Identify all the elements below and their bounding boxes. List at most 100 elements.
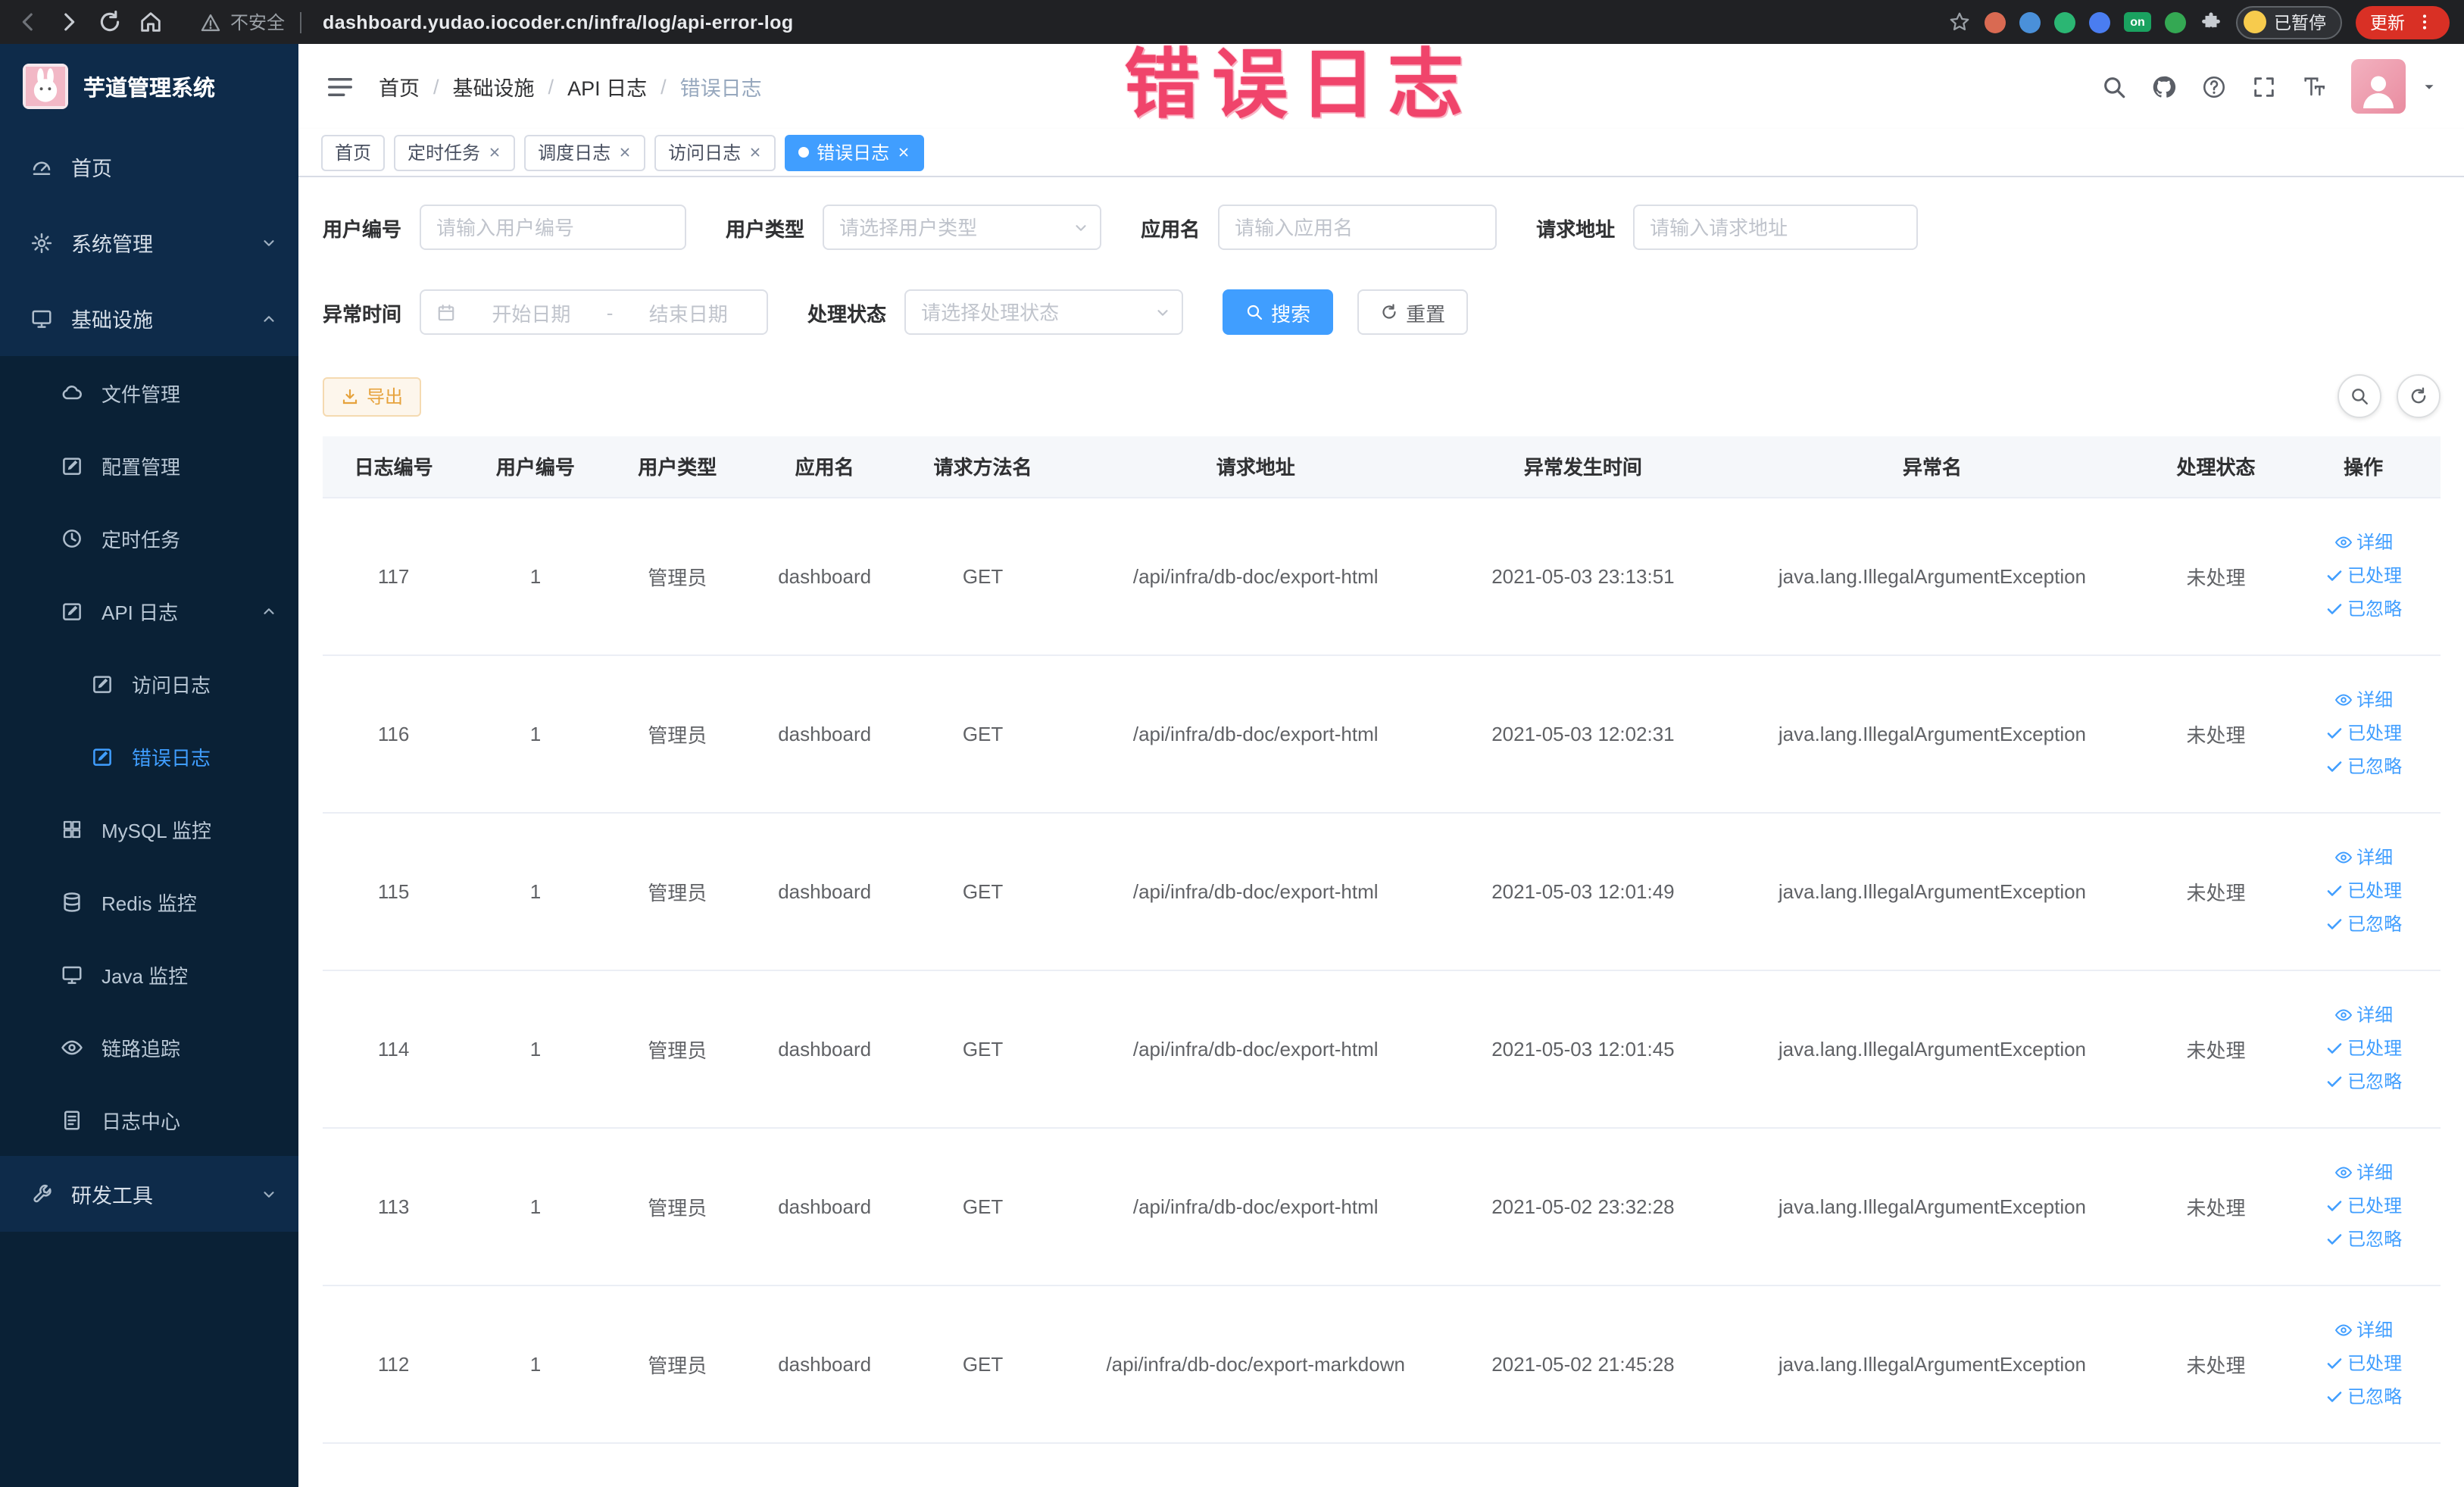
font-size-icon[interactable] [2300, 73, 2326, 99]
processed-link[interactable]: 已处理 [2325, 1191, 2402, 1221]
processed-link[interactable]: 已处理 [2325, 876, 2402, 906]
process-status-select[interactable] [904, 289, 1184, 335]
close-icon[interactable] [618, 145, 632, 159]
clock-icon [61, 526, 83, 549]
logo-image [23, 64, 68, 109]
extension-icon[interactable] [2054, 11, 2075, 33]
ignored-link[interactable]: 已忽略 [2325, 1224, 2402, 1254]
hamburger-icon[interactable] [326, 72, 354, 101]
table-header-row: 日志编号 用户编号 用户类型 应用名 请求方法名 请求地址 异常发生时间 异常名… [323, 436, 2440, 498]
cell-user-type: 管理员 [606, 970, 748, 1128]
user-type-select[interactable] [823, 205, 1102, 250]
app-logo[interactable]: 芋道管理系统 [0, 44, 298, 129]
reload-icon[interactable] [97, 9, 123, 35]
close-icon[interactable] [897, 145, 910, 159]
sidebar-item-file-manage[interactable]: 文件管理 [0, 356, 298, 429]
detail-link[interactable]: 详细 [2334, 1315, 2393, 1345]
sidebar-item-log-center[interactable]: 日志中心 [0, 1083, 298, 1156]
sidebar-item-cron-jobs[interactable]: 定时任务 [0, 501, 298, 574]
sidebar-item-java-monitor[interactable]: Java 监控 [0, 938, 298, 1011]
kebab-menu-icon[interactable] [2414, 12, 2434, 32]
security-indicator[interactable]: 不安全 [200, 9, 308, 35]
search-toggle-button[interactable] [2337, 374, 2381, 418]
ignored-link[interactable]: 已忽略 [2325, 1382, 2402, 1412]
app-name-input[interactable] [1218, 205, 1497, 250]
tab-access-log[interactable]: 访问日志 [654, 134, 776, 170]
close-icon[interactable] [488, 145, 501, 159]
back-icon[interactable] [15, 9, 41, 35]
filter-user-type: 用户类型 [726, 205, 1102, 250]
tab-home[interactable]: 首页 [321, 134, 386, 170]
cell-exception: java.lang.IllegalArgumentException [1719, 1127, 2145, 1286]
ignored-link[interactable]: 已忽略 [2325, 909, 2402, 939]
monitor-icon [30, 307, 53, 330]
sidebar-item-system[interactable]: 系统管理 [0, 205, 298, 280]
extension-icon[interactable] [2019, 11, 2041, 33]
avatar-caret-icon[interactable] [2420, 78, 2437, 95]
processed-link[interactable]: 已处理 [2325, 561, 2402, 591]
detail-link[interactable]: 详细 [2334, 685, 2393, 715]
eye-icon [2334, 848, 2352, 867]
detail-link[interactable]: 详细 [2334, 1000, 2393, 1030]
breadcrumb-infra[interactable]: 基础设施 [453, 71, 535, 102]
close-icon[interactable] [748, 145, 762, 159]
ignored-link[interactable]: 已忽略 [2325, 594, 2402, 624]
bookmark-star-icon[interactable] [1948, 11, 1971, 33]
sidebar-item-api-log[interactable]: API 日志 [0, 574, 298, 647]
sidebar-item-config-manage[interactable]: 配置管理 [0, 429, 298, 501]
cell-url: /api/infra/db-doc/export-html [1064, 1127, 1447, 1286]
update-button[interactable]: 更新 [2355, 5, 2449, 39]
forward-icon[interactable] [56, 9, 82, 35]
cell-actions: 详细 已处理 已忽略 [2287, 812, 2440, 970]
processed-link[interactable]: 已处理 [2325, 1348, 2402, 1379]
sidebar-item-access-log[interactable]: 访问日志 [0, 647, 298, 720]
ignored-link[interactable]: 已忽略 [2325, 1067, 2402, 1097]
sidebar-item-error-log[interactable]: 错误日志 [0, 720, 298, 792]
edit-icon [91, 745, 114, 767]
sidebar-item-redis-monitor[interactable]: Redis 监控 [0, 865, 298, 938]
detail-link[interactable]: 详细 [2334, 842, 2393, 873]
home-icon[interactable] [138, 9, 164, 35]
search-button[interactable]: 搜索 [1223, 289, 1334, 335]
reset-button[interactable]: 重置 [1357, 289, 1469, 335]
processed-link[interactable]: 已处理 [2325, 718, 2402, 748]
detail-link[interactable]: 详细 [2334, 1157, 2393, 1188]
help-icon[interactable] [2200, 73, 2226, 99]
breadcrumb-api-log[interactable]: API 日志 [567, 71, 647, 102]
processed-link[interactable]: 已处理 [2325, 1033, 2402, 1064]
extension-icon[interactable] [2165, 11, 2186, 33]
search-group: 搜索 [1223, 289, 1334, 335]
sidebar-item-infra[interactable]: 基础设施 [0, 280, 298, 356]
sidebar-item-home[interactable]: 首页 [0, 129, 298, 205]
search-icon[interactable] [2100, 73, 2126, 99]
breadcrumb-home[interactable]: 首页 [379, 71, 420, 102]
ignored-link[interactable]: 已忽略 [2325, 751, 2402, 782]
export-button[interactable]: 导出 [323, 376, 422, 416]
tab-error-log[interactable]: 错误日志 [785, 134, 925, 170]
github-icon[interactable] [2150, 73, 2176, 99]
user-avatar[interactable] [2350, 59, 2405, 114]
divider [300, 11, 302, 33]
cell-status: 未处理 [2144, 970, 2288, 1128]
breadcrumb: 首页 / 基础设施 / API 日志 / 错误日志 [379, 71, 762, 102]
user-id-input[interactable] [420, 205, 687, 250]
extension-icon[interactable] [2089, 11, 2110, 33]
infra-submenu: 文件管理 配置管理 定时任务 API 日志 访问日志 错误日志 MySQL 监控… [0, 356, 298, 1156]
profile-chip[interactable]: 已暂停 [2236, 5, 2341, 39]
request-url-input[interactable] [1633, 205, 1919, 250]
address-bar[interactable]: dashboard.yudao.iocoder.cn/infra/log/api… [323, 11, 793, 33]
sidebar-item-trace[interactable]: 链路追踪 [0, 1011, 298, 1083]
page-content: 用户编号 用户类型 应用名 请求 [298, 177, 2464, 1487]
fullscreen-icon[interactable] [2250, 73, 2276, 99]
tab-cron-jobs[interactable]: 定时任务 [394, 134, 516, 170]
extension-on-icon[interactable]: on [2124, 12, 2151, 32]
date-range-picker[interactable]: 开始日期 - 结束日期 [420, 289, 769, 335]
detail-link[interactable]: 详细 [2334, 527, 2393, 558]
extensions-puzzle-icon[interactable] [2200, 11, 2222, 33]
tab-schedule-log[interactable]: 调度日志 [524, 134, 646, 170]
extension-icon[interactable] [1985, 11, 2006, 33]
sidebar-item-mysql-monitor[interactable]: MySQL 监控 [0, 792, 298, 865]
refresh-button[interactable] [2396, 374, 2440, 418]
sidebar-item-dev-tools[interactable]: 研发工具 [0, 1156, 298, 1232]
table-tools [2337, 374, 2440, 418]
